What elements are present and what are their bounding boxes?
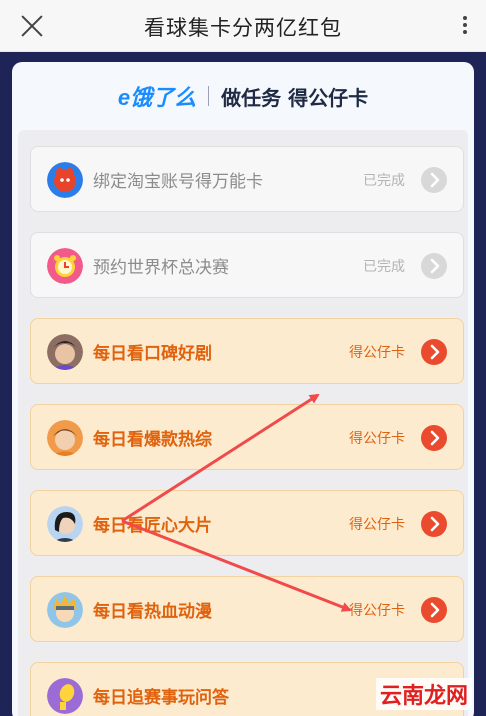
close-icon[interactable] (18, 12, 46, 40)
actor-avatar-icon (47, 334, 83, 370)
celebrity-avatar-icon (47, 420, 83, 456)
task-watch-film[interactable]: 每日看匠心大片 得公仔卡 (30, 490, 464, 556)
window-title: 看球集卡分两亿红包 (144, 16, 342, 40)
task-label: 每日看口碑好剧 (93, 344, 212, 364)
task-label: 每日看爆款热综 (93, 430, 212, 450)
task-bind-taobao[interactable]: 绑定淘宝账号得万能卡 已完成 (30, 146, 464, 212)
task-watch-variety[interactable]: 每日看爆款热综 得公仔卡 (30, 404, 464, 470)
brand-header: e饿了么 做任务 得公仔卡 (12, 80, 474, 116)
anime-avatar-icon (47, 592, 83, 628)
task-status: 已完成 (363, 259, 405, 275)
task-reward: 得公仔卡 (349, 431, 405, 447)
task-watch-anime[interactable]: 每日看热血动漫 得公仔卡 (30, 576, 464, 642)
chevron-right-icon[interactable] (421, 597, 447, 623)
chevron-right-icon[interactable] (421, 253, 447, 279)
chevron-right-icon[interactable] (421, 167, 447, 193)
task-reward: 得公仔卡 (349, 517, 405, 533)
task-reserve-final[interactable]: 预约世界杯总决赛 已完成 (30, 232, 464, 298)
task-reward: 得公仔卡 (349, 603, 405, 619)
task-list: 绑定淘宝账号得万能卡 已完成 预约世界杯总决赛 已完成 每日看口碑好剧 得公仔卡 (18, 130, 468, 716)
card-heading: 做任务 得公仔卡 (221, 85, 369, 110)
trophy-avatar-icon (47, 678, 83, 714)
title-bar: 看球集卡分两亿红包 (0, 0, 486, 52)
task-reward: 得公仔卡 (349, 345, 405, 361)
task-label: 每日追赛事玩问答 (93, 688, 229, 708)
more-options-icon[interactable] (460, 16, 470, 38)
alarm-clock-icon (47, 248, 83, 284)
actress-avatar-icon (47, 506, 83, 542)
chevron-right-icon[interactable] (421, 425, 447, 451)
task-status: 已完成 (363, 173, 405, 189)
watermark: 云南龙网 (375, 678, 472, 710)
taobao-avatar-icon (47, 162, 83, 198)
header-divider (208, 86, 210, 106)
task-label: 绑定淘宝账号得万能卡 (93, 172, 263, 192)
eleme-logo: e饿了么 (117, 85, 197, 110)
task-watch-drama[interactable]: 每日看口碑好剧 得公仔卡 (30, 318, 464, 384)
task-card: e饿了么 做任务 得公仔卡 绑定淘宝账号得万能卡 已完成 预约世界杯总决赛 已完成… (12, 62, 474, 716)
chevron-right-icon[interactable] (421, 511, 447, 537)
task-label: 每日看匠心大片 (93, 516, 212, 536)
chevron-right-icon[interactable] (421, 339, 447, 365)
task-label: 预约世界杯总决赛 (93, 258, 229, 278)
task-label: 每日看热血动漫 (93, 602, 212, 622)
